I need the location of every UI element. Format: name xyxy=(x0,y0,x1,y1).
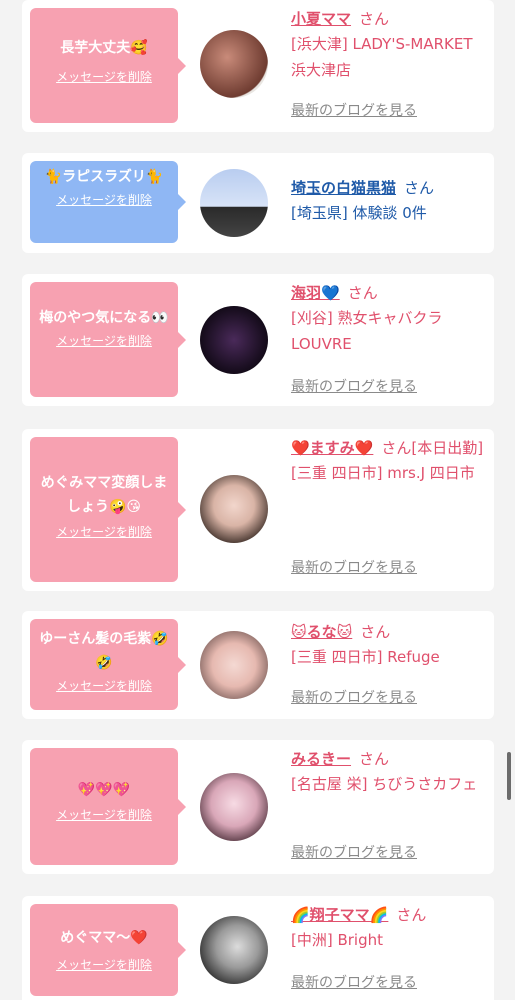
honorific: さん xyxy=(359,750,390,768)
user-name-link[interactable]: 埼玉の白猫黒猫 xyxy=(291,179,396,197)
user-name-link[interactable]: みるきー xyxy=(291,750,351,768)
delete-message-link[interactable]: メッセージを削除 xyxy=(56,956,152,973)
shop-info: [中洲] Bright xyxy=(291,931,384,949)
user-info: 小夏ママ さん [浜大津] LADY'S-MARKET 浜大津店 xyxy=(291,8,491,83)
favorite-card: 梅のやつ気になる👀 メッセージを削除 海羽💙 さん [刈谷] 熟女キャバクラLOU… xyxy=(22,274,494,406)
latest-blog-link[interactable]: 最新のブログを見る xyxy=(291,376,417,396)
favorite-card: ゆーさん髪の毛紫🤣🤣 メッセージを削除 🐱るな🐱 さん [三重 四日市] Refu… xyxy=(22,611,494,719)
shop-info: [浜大津] LADY'S-MARKET 浜大津店 xyxy=(291,35,473,79)
honorific: さん xyxy=(360,623,391,641)
user-name-link[interactable]: 小夏ママ xyxy=(291,10,351,28)
message-bubble: ゆーさん髪の毛紫🤣🤣 メッセージを削除 xyxy=(30,619,186,710)
user-info: ❤️ますみ❤️ さん[本日出勤] [三重 四日市] mrs.J 四日市 xyxy=(291,437,491,486)
message-bubble: 🐈ラピスラズリ🐈 メッセージを削除 xyxy=(30,161,186,243)
delete-message-link[interactable]: メッセージを削除 xyxy=(56,677,152,694)
message-text: めぐみママ変顔しましょう🤪😘 xyxy=(40,475,168,515)
shop-info: [三重 四日市] mrs.J 四日市 xyxy=(291,464,475,482)
avatar[interactable] xyxy=(200,773,268,841)
scrollbar[interactable] xyxy=(507,752,511,800)
user-info: 埼玉の白猫黒猫 さん [埼玉県] 体験談 0件 xyxy=(291,177,491,226)
message-bubble: 長芋大丈夫🥰 メッセージを削除 xyxy=(30,8,186,123)
favorite-card: 長芋大丈夫🥰 メッセージを削除 小夏ママ さん [浜大津] LADY'S-MARK… xyxy=(22,0,494,132)
shop-info: [刈谷] 熟女キャバクラLOUVRE xyxy=(291,309,443,353)
user-name-link[interactable]: 🌈翔子ママ🌈 xyxy=(291,906,388,924)
message-bubble: 梅のやつ気になる👀 メッセージを削除 xyxy=(30,282,186,397)
favorite-card: めぐママ〜❤️ メッセージを削除 🌈翔子ママ🌈 さん [中洲] Bright 最新… xyxy=(22,896,494,1000)
delete-message-link[interactable]: メッセージを削除 xyxy=(56,191,152,208)
delete-message-link[interactable]: メッセージを削除 xyxy=(56,68,152,85)
favorite-card: 🐈ラピスラズリ🐈 メッセージを削除 埼玉の白猫黒猫 さん [埼玉県] 体験談 0件 xyxy=(22,153,494,253)
message-bubble: めぐママ〜❤️ メッセージを削除 xyxy=(30,904,186,996)
avatar[interactable] xyxy=(200,306,268,374)
latest-blog-link[interactable]: 最新のブログを見る xyxy=(291,687,417,707)
user-info: みるきー さん [名古屋 栄] ちびうさカフェ xyxy=(291,748,491,797)
honorific: さん xyxy=(347,284,378,302)
avatar[interactable] xyxy=(200,916,268,984)
latest-blog-link[interactable]: 最新のブログを見る xyxy=(291,842,417,862)
avatar[interactable] xyxy=(200,631,268,699)
avatar[interactable] xyxy=(200,30,268,98)
honorific: さん[本日出勤] xyxy=(381,439,484,457)
shop-info: [埼玉県] 体験談 0件 xyxy=(291,204,427,222)
latest-blog-link[interactable]: 最新のブログを見る xyxy=(291,972,417,992)
latest-blog-link[interactable]: 最新のブログを見る xyxy=(291,100,417,120)
message-text: 長芋大丈夫🥰 xyxy=(60,40,148,56)
honorific: さん xyxy=(396,906,427,924)
favorite-card: 💖💖💖 メッセージを削除 みるきー さん [名古屋 栄] ちびうさカフェ 最新のブ… xyxy=(22,740,494,874)
shop-info: [名古屋 栄] ちびうさカフェ xyxy=(291,775,478,793)
avatar[interactable] xyxy=(200,475,268,543)
user-name-link[interactable]: ❤️ますみ❤️ xyxy=(291,439,373,457)
shop-info: [三重 四日市] Refuge xyxy=(291,648,440,666)
message-text: 🐈ラピスラズリ🐈 xyxy=(44,169,164,185)
message-text: めぐママ〜❤️ xyxy=(60,930,148,946)
user-info: 海羽💙 さん [刈谷] 熟女キャバクラLOUVRE xyxy=(291,282,491,357)
avatar[interactable] xyxy=(200,169,268,237)
message-bubble: 💖💖💖 メッセージを削除 xyxy=(30,748,186,865)
honorific: さん xyxy=(404,179,435,197)
user-info: 🌈翔子ママ🌈 さん [中洲] Bright xyxy=(291,904,491,953)
user-name-link[interactable]: 🐱るな🐱 xyxy=(291,623,352,641)
message-text: 梅のやつ気になる👀 xyxy=(39,310,169,326)
latest-blog-link[interactable]: 最新のブログを見る xyxy=(291,557,417,577)
honorific: さん xyxy=(359,10,390,28)
favorite-card: めぐみママ変顔しましょう🤪😘 メッセージを削除 ❤️ますみ❤️ さん[本日出勤] … xyxy=(22,429,494,591)
delete-message-link[interactable]: メッセージを削除 xyxy=(56,806,152,823)
message-bubble: めぐみママ変顔しましょう🤪😘 メッセージを削除 xyxy=(30,437,186,582)
delete-message-link[interactable]: メッセージを削除 xyxy=(56,332,152,349)
user-info: 🐱るな🐱 さん [三重 四日市] Refuge xyxy=(291,621,491,670)
message-text: ゆーさん髪の毛紫🤣🤣 xyxy=(39,631,169,671)
message-text: 💖💖💖 xyxy=(77,782,131,798)
user-name-link[interactable]: 海羽💙 xyxy=(291,284,340,302)
delete-message-link[interactable]: メッセージを削除 xyxy=(56,523,152,540)
